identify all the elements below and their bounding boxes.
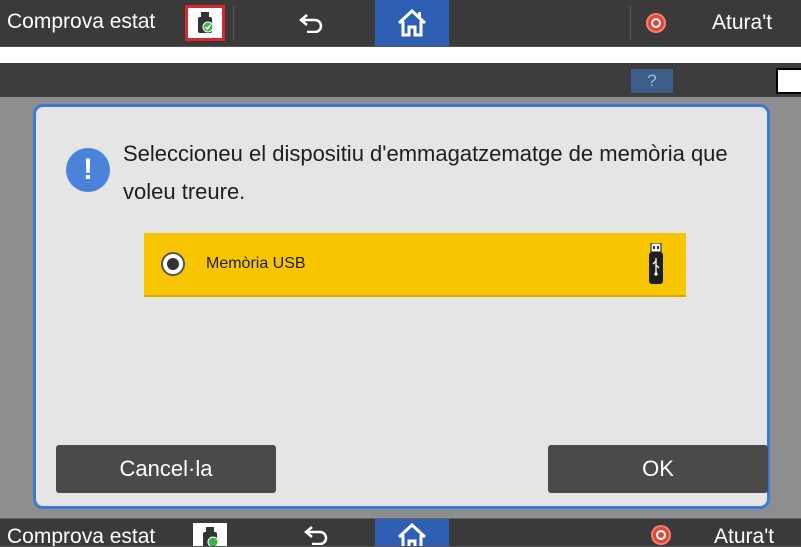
check-status-button[interactable]: Comprova estat — [7, 10, 155, 34]
bottom-stop-button-label[interactable]: Atura't — [714, 525, 774, 546]
home-button[interactable] — [375, 0, 449, 46]
stop-button-label[interactable]: Atura't — [712, 11, 772, 35]
stop-icon[interactable] — [646, 13, 666, 33]
bottom-stop-icon[interactable] — [651, 525, 671, 545]
bottom-system-bar: Comprova estat Atura't — [0, 518, 801, 547]
top-system-bar: Comprova estat Atura't — [0, 0, 801, 47]
cancel-button[interactable]: Cancel·la — [56, 445, 276, 493]
header-strip: ? — [0, 63, 801, 97]
dialog-message: Seleccioneu el dispositiu d'emmagatzemat… — [123, 141, 728, 204]
bottom-usb-memory-button[interactable] — [193, 523, 227, 546]
usb-stick-icon — [649, 243, 663, 284]
bottom-check-status-button[interactable]: Comprova estat — [7, 525, 155, 546]
moon-glyph — [784, 73, 792, 89]
moon-icon[interactable] — [776, 68, 801, 94]
ok-button[interactable]: OK — [548, 445, 768, 493]
exclamation-icon: ! — [66, 148, 110, 192]
bottom-home-button[interactable] — [375, 519, 449, 546]
option-label: Memòria USB — [206, 255, 306, 272]
home-icon — [397, 9, 427, 37]
remove-storage-dialog: ! Seleccioneu el dispositiu d'emmagatzem… — [33, 104, 770, 509]
bottom-usb-memory-icon — [203, 527, 219, 546]
usb-memory-button[interactable] — [185, 5, 225, 41]
option-usb-memory[interactable]: Memòria USB — [144, 233, 686, 297]
radio-selected-icon[interactable] — [161, 252, 185, 276]
back-icon[interactable] — [299, 13, 325, 33]
usb-memory-icon — [198, 12, 214, 33]
help-button[interactable]: ? — [631, 69, 673, 93]
bottom-back-icon[interactable] — [304, 525, 330, 545]
bottom-home-icon — [397, 523, 427, 546]
